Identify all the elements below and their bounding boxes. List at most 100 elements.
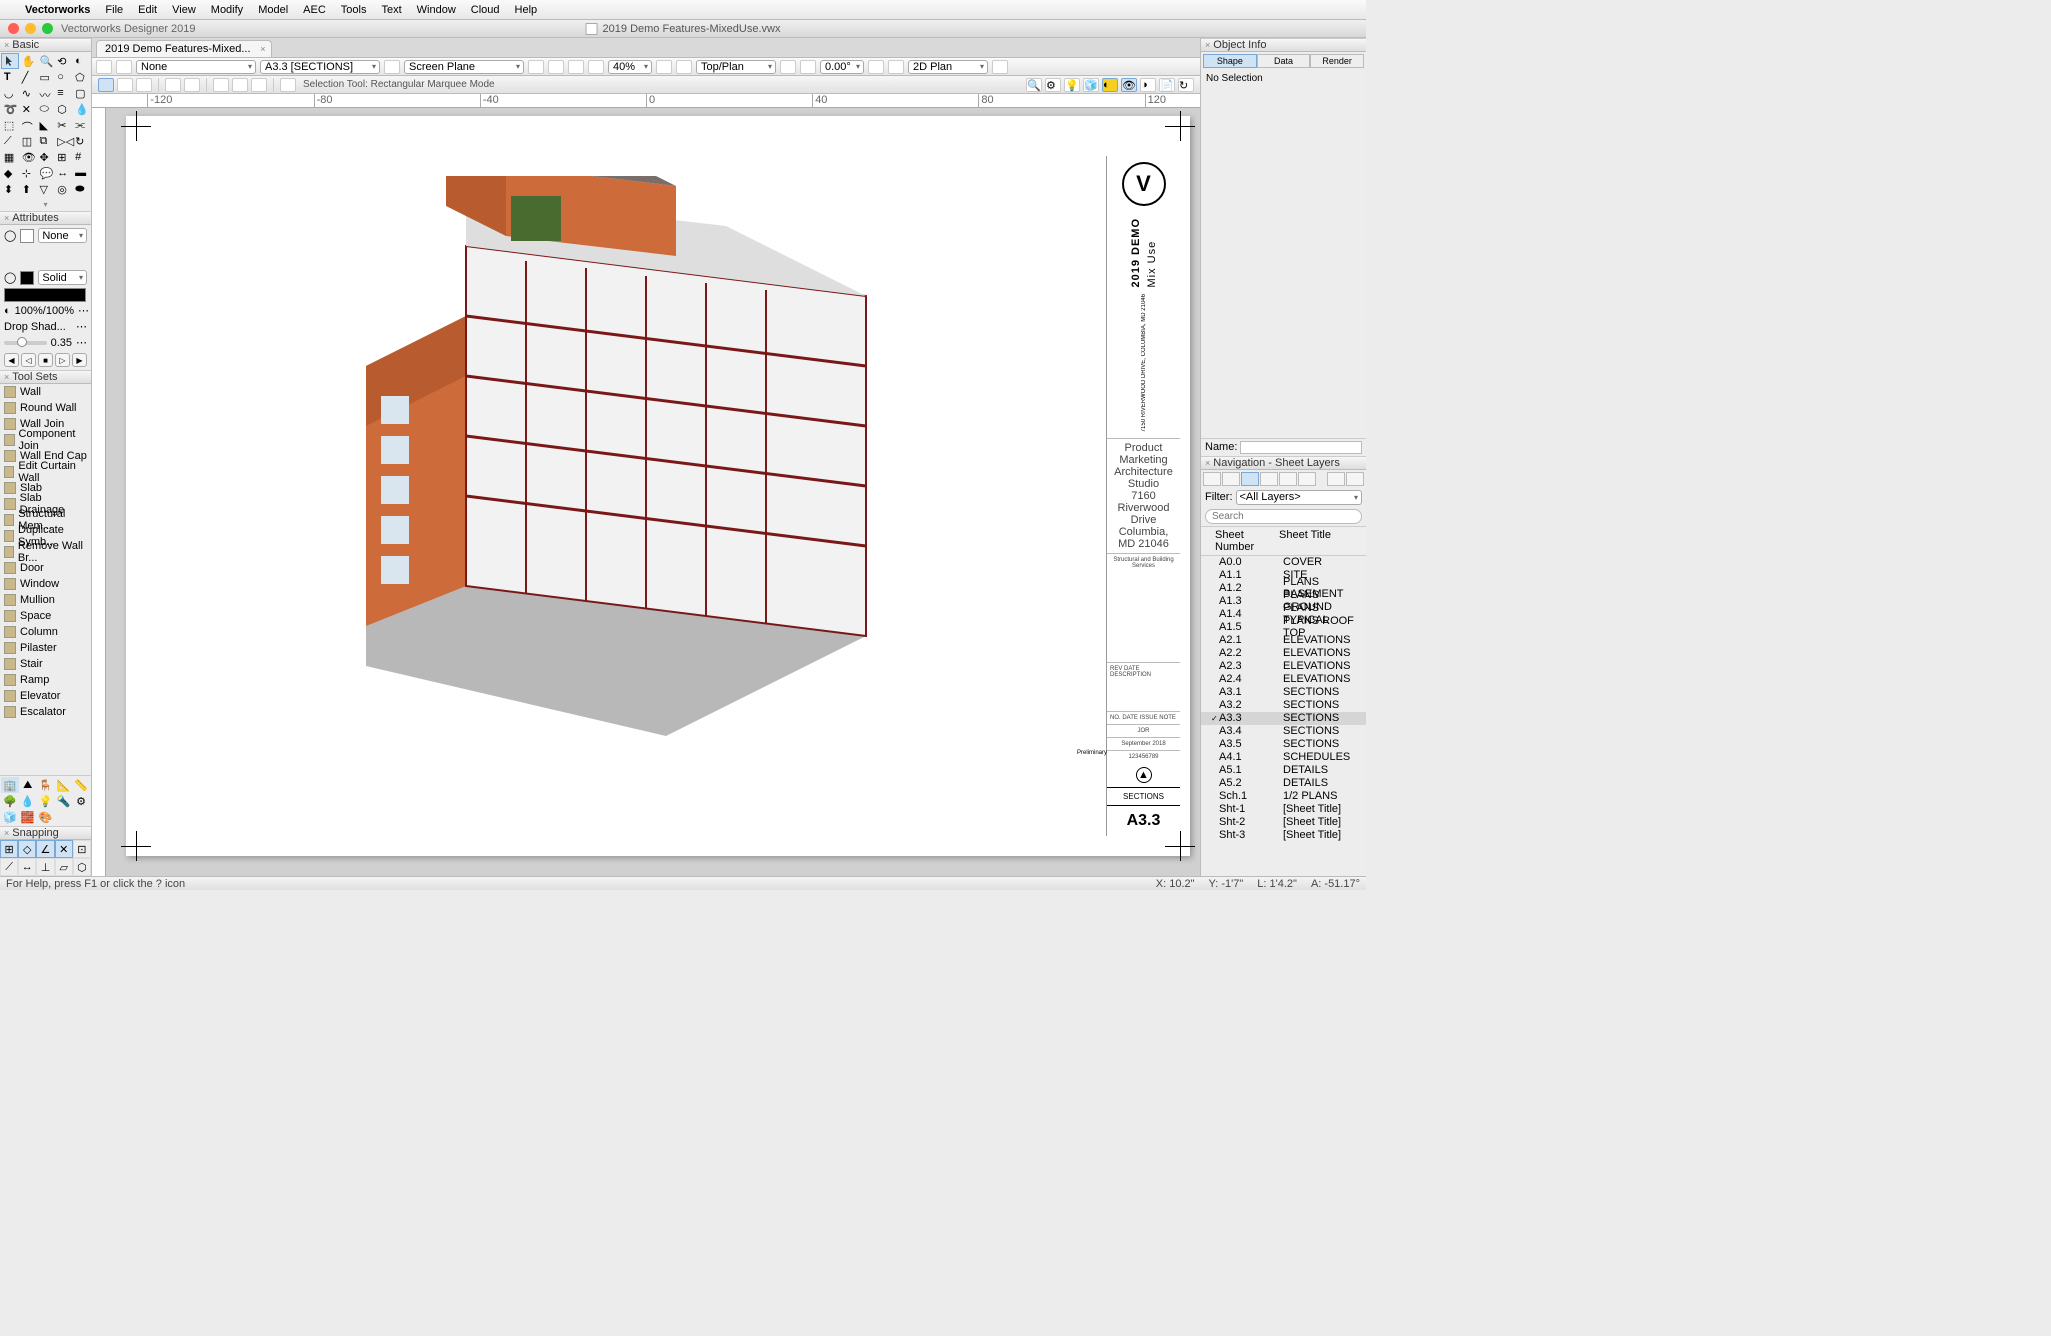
app-menu[interactable]: Vectorworks: [25, 4, 90, 16]
toolset-mullion[interactable]: Mullion: [0, 592, 91, 608]
sheet-row-Sht-2[interactable]: Sht-2[Sheet Title]: [1201, 816, 1366, 829]
zoom-dropdown[interactable]: 40%: [608, 60, 652, 74]
unified-view-button[interactable]: [528, 60, 544, 74]
pen-swatch[interactable]: [20, 271, 34, 285]
zoom-tool[interactable]: 🔍: [37, 53, 55, 69]
nav-references[interactable]: [1298, 472, 1316, 486]
render-settings-button[interactable]: [888, 60, 904, 74]
line-tool[interactable]: ╱: [19, 69, 37, 85]
attributes-palette-header[interactable]: ×Attributes: [0, 211, 91, 225]
col-sheet-title[interactable]: Sheet Title: [1275, 527, 1366, 555]
sheet-row-A3-2[interactable]: A3.2SECTIONS: [1201, 699, 1366, 712]
mode-wall-insertion[interactable]: [184, 78, 200, 92]
split-tool[interactable]: ✂: [54, 117, 72, 133]
toolset-space[interactable]: Space: [0, 608, 91, 624]
fit-objects-button[interactable]: [116, 60, 132, 74]
display-light-button[interactable]: 💡: [1064, 78, 1080, 92]
plane-dropdown[interactable]: Screen Plane: [404, 60, 524, 74]
regular-polygon-tool[interactable]: ⬡: [54, 101, 72, 117]
nav-sheet-layers[interactable]: [1241, 472, 1259, 486]
walkthrough-tool[interactable]: ◐: [72, 53, 90, 69]
class-dropdown[interactable]: None: [136, 60, 256, 74]
chamfer-tool[interactable]: ◣: [37, 117, 55, 133]
object-name-input[interactable]: [1240, 441, 1362, 454]
toolset-detailing[interactable]: 📐: [54, 777, 72, 793]
sheet-row-A1-5[interactable]: A1.5PLANS ROOF TOP: [1201, 621, 1366, 634]
oi-tab-shape[interactable]: Shape: [1203, 54, 1257, 68]
mode-polygon[interactable]: [136, 78, 152, 92]
oi-tab-render[interactable]: Render: [1310, 54, 1364, 68]
rounded-rect-tool[interactable]: ▢: [72, 85, 90, 101]
snap-distance[interactable]: ↔: [18, 858, 36, 876]
col-sheet-number[interactable]: Sheet Number: [1211, 527, 1275, 555]
menu-edit[interactable]: Edit: [138, 4, 157, 16]
oi-tab-data[interactable]: Data: [1257, 54, 1311, 68]
snap-3d[interactable]: ⬡: [73, 858, 91, 876]
black-white-button[interactable]: ◑: [1140, 78, 1156, 92]
menu-window[interactable]: Window: [417, 4, 456, 16]
dropshadow-settings[interactable]: ⋯: [76, 320, 87, 333]
nav-viewports[interactable]: [1260, 472, 1278, 486]
quick-prefs-button[interactable]: ⚙: [1045, 78, 1061, 92]
wall-tool-basic[interactable]: ▬: [72, 165, 90, 181]
trim-tool[interactable]: ⟋: [1, 133, 19, 149]
toolset-building[interactable]: 🏢: [1, 777, 19, 793]
display-3d-button[interactable]: 🧊: [1083, 78, 1099, 92]
fit-page-button[interactable]: [96, 60, 112, 74]
marker-next[interactable]: ▷: [55, 353, 70, 367]
rotate-cw-button[interactable]: [800, 60, 816, 74]
marker-end[interactable]: ▶: [72, 353, 87, 367]
sheet-row-A2-1[interactable]: A2.1ELEVATIONS: [1201, 634, 1366, 647]
filter-dropdown[interactable]: <All Layers>: [1236, 490, 1363, 505]
mode-disabled-scaling[interactable]: [232, 78, 248, 92]
2d-locus-tool[interactable]: ⊹: [19, 165, 37, 181]
sheet-row-A5-2[interactable]: A5.2DETAILS: [1201, 777, 1366, 790]
toolset-round-wall[interactable]: Round Wall: [0, 400, 91, 416]
sheet-row-Sht-3[interactable]: Sht-3[Sheet Title]: [1201, 829, 1366, 842]
toolset-edit-curtain-wall[interactable]: Edit Curtain Wall: [0, 464, 91, 480]
toolset-machine[interactable]: ⚙: [72, 793, 90, 809]
saved-views-button[interactable]: [384, 60, 400, 74]
toolset-window[interactable]: Window: [0, 576, 91, 592]
flyover-tool[interactable]: ⟲: [54, 53, 72, 69]
close-tab-icon[interactable]: ×: [260, 44, 265, 54]
toolset-walls[interactable]: 🧱: [19, 809, 37, 825]
number-stamp-tool[interactable]: #: [72, 149, 90, 165]
menu-tools[interactable]: Tools: [341, 4, 367, 16]
nav-new[interactable]: [1327, 472, 1345, 486]
menu-cloud[interactable]: Cloud: [471, 4, 500, 16]
callout-tool[interactable]: 💬: [37, 165, 55, 181]
view-cube-button[interactable]: [676, 60, 692, 74]
sheet-row-A5-1[interactable]: A5.1DETAILS: [1201, 764, 1366, 777]
toolset-elevator[interactable]: Elevator: [0, 688, 91, 704]
sheet-row-Sht-1[interactable]: Sht-1[Sheet Title]: [1201, 803, 1366, 816]
eyedropper-tool[interactable]: 💧: [72, 101, 90, 117]
sheet-row-A3-1[interactable]: A3.1SECTIONS: [1201, 686, 1366, 699]
snap-grid[interactable]: ⊞: [0, 840, 18, 858]
pen-eyedropper-icon[interactable]: ◯: [4, 271, 16, 284]
mode-lasso[interactable]: [117, 78, 133, 92]
render-bitmap-button[interactable]: [992, 60, 1008, 74]
standard-views-dropdown[interactable]: Top/Plan: [696, 60, 776, 74]
zoom-selection-button[interactable]: [588, 60, 604, 74]
document-tab[interactable]: 2019 Demo Features-Mixed... ×: [96, 40, 272, 57]
snap-angle[interactable]: ∠: [36, 840, 54, 858]
toolset-spotlight[interactable]: 🔦: [54, 793, 72, 809]
sheet-row-A3-3[interactable]: ✓A3.3SECTIONS: [1201, 712, 1366, 725]
menu-view[interactable]: View: [172, 4, 196, 16]
align-tool[interactable]: ⊞: [54, 149, 72, 165]
toolset-visualization[interactable]: 🎨: [37, 809, 55, 825]
mode-rectangular[interactable]: [98, 78, 114, 92]
snap-smart-edge[interactable]: ⟋: [0, 858, 18, 876]
toolset-wall[interactable]: Wall: [0, 384, 91, 400]
reshape-tool[interactable]: ⬚: [1, 117, 19, 133]
mirror-tool[interactable]: ▷◁: [54, 133, 72, 149]
marker-start[interactable]: ◀: [4, 353, 19, 367]
move-tool[interactable]: ✥: [37, 149, 55, 165]
rotate-tool[interactable]: ↻: [72, 133, 90, 149]
working-plane-button[interactable]: [868, 60, 884, 74]
pen-style-dropdown[interactable]: Solid: [38, 270, 87, 285]
visibility-tool[interactable]: 👁: [19, 149, 37, 165]
attribute-mapping-tool[interactable]: ▦: [1, 149, 19, 165]
toolset-site[interactable]: ⛰: [19, 777, 37, 793]
